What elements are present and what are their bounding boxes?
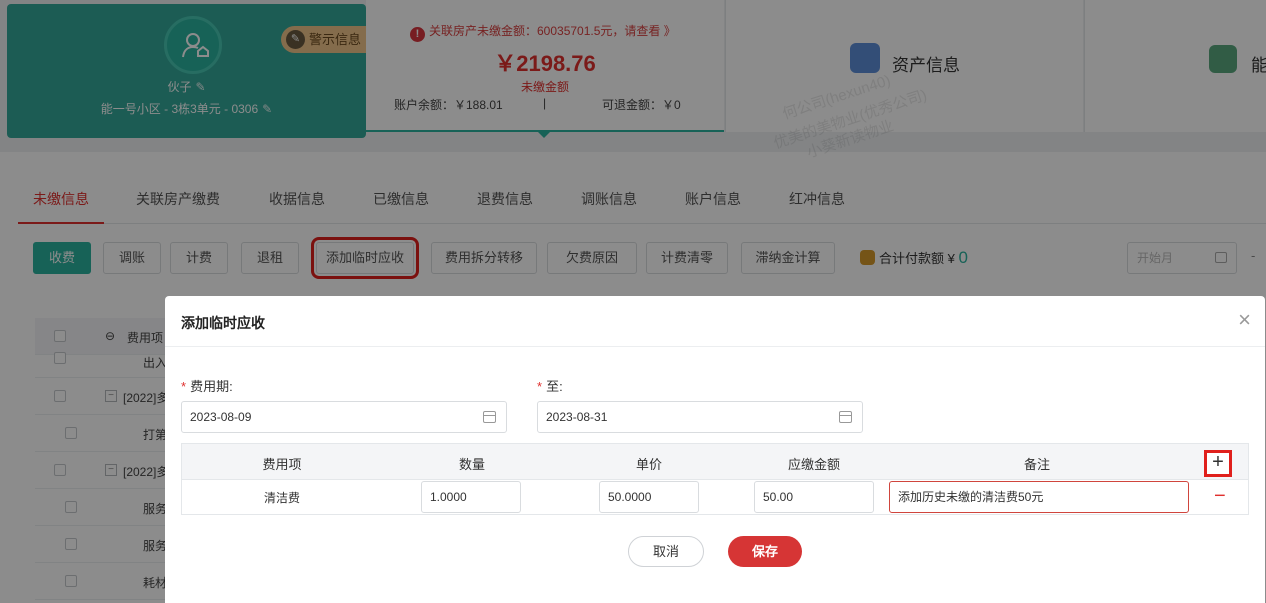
table-row: 清洁费 1.0000 50.0000 50.00 添加历史未缴的清洁费50元 − (182, 480, 1248, 515)
save-button[interactable]: 保存 (728, 536, 802, 567)
end-date-input[interactable]: 2023-08-31 (537, 401, 863, 433)
cancel-button[interactable]: 取消 (628, 536, 704, 567)
dialog-title: 添加临时应收 (181, 315, 265, 331)
period-label-text: 费用期: (190, 379, 233, 394)
calendar-icon (839, 411, 852, 423)
dialog-divider (165, 346, 1265, 347)
unit-price-input[interactable]: 50.0000 (599, 481, 699, 513)
col-quantity: 数量 (458, 457, 485, 472)
close-icon[interactable]: × (1238, 309, 1251, 331)
add-temp-receivable-dialog: 添加临时应收 × * 费用期: 2023-08-09 * 至: 2023-08-31… (165, 296, 1265, 603)
remove-row-button[interactable]: − (1214, 486, 1226, 506)
end-date-value: 2023-08-31 (546, 410, 608, 424)
calendar-icon (483, 411, 496, 423)
col-unit-price: 单价 (635, 457, 662, 472)
col-note: 备注 (1023, 457, 1050, 472)
amount-input[interactable]: 50.00 (754, 481, 874, 513)
to-label-text: 至: (546, 379, 563, 394)
required-mark: * (537, 379, 543, 394)
period-label: * 费用期: (181, 376, 233, 395)
note-input[interactable]: 添加历史未缴的清洁费50元 (889, 481, 1189, 513)
quantity-input[interactable]: 1.0000 (421, 481, 521, 513)
fee-item-cell: 清洁费 (263, 491, 300, 505)
table-header: 费用项 数量 单价 应缴金额 备注 + (182, 444, 1248, 480)
required-mark: * (181, 379, 187, 394)
add-row-button[interactable]: + (1204, 450, 1232, 477)
receivable-items-table: 费用项 数量 单价 应缴金额 备注 + 清洁费 1.0000 50.0000 5… (181, 443, 1249, 515)
to-label: * 至: (537, 376, 563, 395)
start-date-input[interactable]: 2023-08-09 (181, 401, 507, 433)
col-fee-item: 费用项 (262, 457, 302, 472)
col-amount: 应缴金额 (787, 457, 840, 472)
start-date-value: 2023-08-09 (190, 410, 252, 424)
